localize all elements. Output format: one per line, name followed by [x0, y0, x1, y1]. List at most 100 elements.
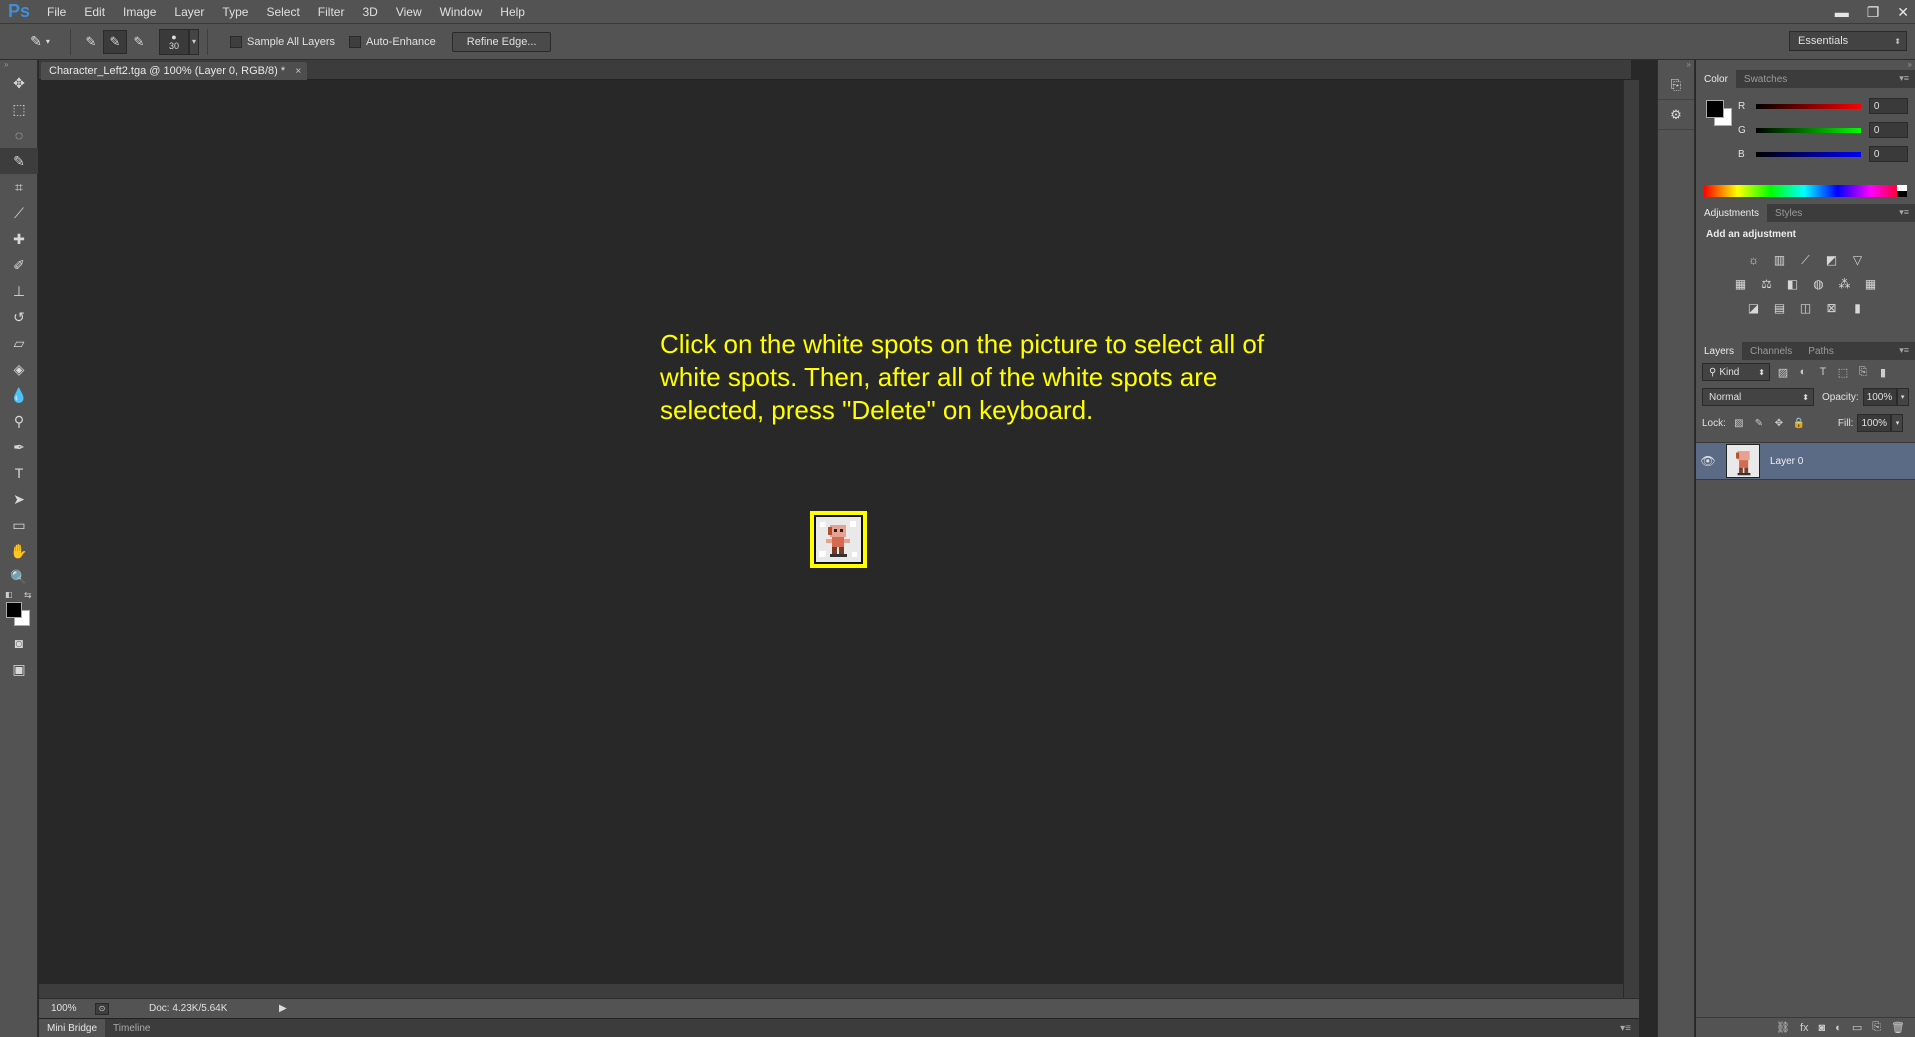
document-tab[interactable]: Character_Left2.tga @ 100% (Layer 0, RGB…: [41, 62, 308, 80]
menu-filter[interactable]: Filter: [309, 0, 354, 24]
panel-menu-icon[interactable]: ▾≡: [1899, 73, 1909, 84]
close-icon[interactable]: ✕: [1897, 4, 1909, 21]
zoom-level[interactable]: 100%: [39, 1003, 89, 1014]
layer-row[interactable]: 👁 Layer 0: [1696, 442, 1915, 480]
lock-transparency-icon[interactable]: ▨: [1732, 416, 1746, 430]
curves-icon[interactable]: ⟋: [1797, 252, 1815, 268]
menu-file[interactable]: File: [38, 0, 75, 24]
menu-select[interactable]: Select: [257, 0, 308, 24]
blend-mode-select[interactable]: Normal ⬍: [1702, 388, 1814, 406]
move-tool-icon[interactable]: ✥: [0, 70, 38, 96]
eraser-tool-icon[interactable]: ▱: [0, 330, 38, 356]
history-panel-icon[interactable]: ⎘: [1658, 70, 1694, 100]
restore-icon[interactable]: ❐: [1867, 4, 1880, 21]
opacity-field[interactable]: 100%: [1862, 388, 1897, 406]
filter-toggle-icon[interactable]: ▮: [1876, 365, 1890, 379]
path-selection-tool-icon[interactable]: ➤: [0, 486, 38, 512]
menu-image[interactable]: Image: [114, 0, 165, 24]
new-layer-icon[interactable]: ⎘: [1872, 1021, 1881, 1034]
menu-help[interactable]: Help: [491, 0, 534, 24]
pen-tool-icon[interactable]: ✒: [0, 434, 38, 460]
menu-layer[interactable]: Layer: [165, 0, 213, 24]
lasso-tool-icon[interactable]: ◌: [0, 122, 38, 148]
sample-all-layers-option[interactable]: Sample All Layers: [230, 35, 335, 48]
green-slider[interactable]: G 0: [1738, 120, 1908, 140]
quick-selection-tool-icon[interactable]: ✎: [0, 148, 38, 174]
status-menu-arrow-icon[interactable]: ▶: [279, 1003, 287, 1014]
properties-panel-icon[interactable]: ⚙: [1658, 100, 1694, 130]
add-to-selection-button[interactable]: ✎: [103, 29, 127, 54]
collapse-icon[interactable]: »: [1696, 60, 1915, 70]
rectangle-tool-icon[interactable]: ▭: [0, 512, 38, 538]
healing-brush-tool-icon[interactable]: ✚: [0, 226, 38, 252]
menu-view[interactable]: View: [387, 0, 431, 24]
clone-stamp-tool-icon[interactable]: ⊥: [0, 278, 38, 304]
proof-icon[interactable]: ⊙: [95, 1002, 109, 1015]
tool-preset-picker[interactable]: ✎ ▾: [18, 29, 62, 55]
fill-field[interactable]: 100%: [1857, 414, 1892, 432]
type-tool-icon[interactable]: T: [0, 460, 38, 486]
history-brush-tool-icon[interactable]: ↺: [0, 304, 38, 330]
photo-filter-icon[interactable]: ◍: [1810, 276, 1828, 292]
selective-color-icon[interactable]: ⊠: [1823, 300, 1841, 316]
kind-filter-select[interactable]: ⚲ Kind ⬍: [1702, 363, 1770, 381]
blue-slider[interactable]: B 0: [1738, 144, 1908, 164]
paint-bucket-tool-icon[interactable]: ◈: [0, 356, 38, 382]
tab-timeline[interactable]: Timeline: [105, 1019, 158, 1037]
workspace-select[interactable]: Essentials ⬍: [1789, 31, 1907, 51]
green-track[interactable]: [1756, 127, 1861, 133]
pixel-filter-icon[interactable]: ▨: [1776, 365, 1790, 379]
hand-tool-icon[interactable]: ✋: [0, 538, 38, 564]
type-filter-icon[interactable]: T: [1816, 365, 1830, 379]
lock-all-icon[interactable]: 🔒: [1792, 416, 1806, 430]
eyedropper-tool-icon[interactable]: ⟋: [0, 200, 38, 226]
brush-tool-icon[interactable]: ✐: [0, 252, 38, 278]
panel-menu-icon[interactable]: ▾≡: [1899, 207, 1909, 218]
red-value-field[interactable]: 0: [1868, 98, 1908, 114]
color-spectrum[interactable]: [1704, 185, 1904, 197]
tab-paths[interactable]: Paths: [1800, 342, 1842, 360]
tab-channels[interactable]: Channels: [1742, 342, 1800, 360]
close-icon[interactable]: ×: [295, 66, 301, 77]
foreground-color-swatch[interactable]: [6, 602, 22, 618]
tab-styles[interactable]: Styles: [1767, 204, 1810, 222]
tab-layers[interactable]: Layers: [1696, 342, 1743, 360]
layer-name[interactable]: Layer 0: [1770, 456, 1803, 467]
shape-filter-icon[interactable]: ⬚: [1836, 365, 1850, 379]
subtract-from-selection-button[interactable]: ✎: [127, 30, 151, 54]
tab-adjustments[interactable]: Adjustments: [1696, 204, 1768, 222]
panel-menu-icon[interactable]: ▾≡: [1620, 1023, 1631, 1034]
minimize-icon[interactable]: ▬: [1835, 4, 1849, 20]
tab-mini-bridge[interactable]: Mini Bridge: [39, 1018, 106, 1037]
new-group-icon[interactable]: ▭: [1852, 1021, 1862, 1034]
blur-tool-icon[interactable]: 💧: [0, 382, 38, 408]
auto-enhance-option[interactable]: Auto-Enhance: [349, 35, 436, 48]
red-slider[interactable]: R 0: [1738, 96, 1908, 116]
dodge-tool-icon[interactable]: ⚲: [0, 408, 38, 434]
layer-style-icon[interactable]: fx: [1800, 1022, 1809, 1034]
smart-object-filter-icon[interactable]: ⎘: [1856, 365, 1870, 379]
red-track[interactable]: [1756, 103, 1861, 109]
auto-enhance-checkbox[interactable]: [349, 35, 362, 48]
gradient-map-icon[interactable]: ▮: [1849, 300, 1867, 316]
refine-edge-button[interactable]: Refine Edge...: [451, 31, 552, 52]
default-colors-icon[interactable]: ◧: [5, 590, 13, 599]
brightness-icon[interactable]: ☼: [1745, 252, 1763, 268]
quick-mask-icon[interactable]: ◙: [0, 630, 38, 656]
fill-dropdown[interactable]: ▾: [1891, 414, 1904, 432]
lock-position-icon[interactable]: ✥: [1772, 416, 1786, 430]
delete-layer-icon[interactable]: 🗑: [1891, 1021, 1905, 1034]
zoom-tool-icon[interactable]: 🔍: [0, 564, 38, 590]
menu-window[interactable]: Window: [431, 0, 492, 24]
screen-mode-icon[interactable]: ▣: [0, 656, 38, 682]
channel-mixer-icon[interactable]: ⁂: [1836, 276, 1854, 292]
new-adjustment-layer-icon[interactable]: ◐: [1835, 1022, 1842, 1034]
posterize-icon[interactable]: ▤: [1771, 300, 1789, 316]
black-white-icon[interactable]: ◧: [1784, 276, 1802, 292]
color-lookup-icon[interactable]: ▦: [1862, 276, 1880, 292]
adjustment-filter-icon[interactable]: ◐: [1796, 365, 1810, 379]
add-mask-icon[interactable]: ◙: [1819, 1022, 1826, 1034]
tab-swatches[interactable]: Swatches: [1736, 70, 1795, 88]
new-selection-button[interactable]: ✎: [79, 30, 103, 54]
lock-pixels-icon[interactable]: ✎: [1752, 416, 1766, 430]
